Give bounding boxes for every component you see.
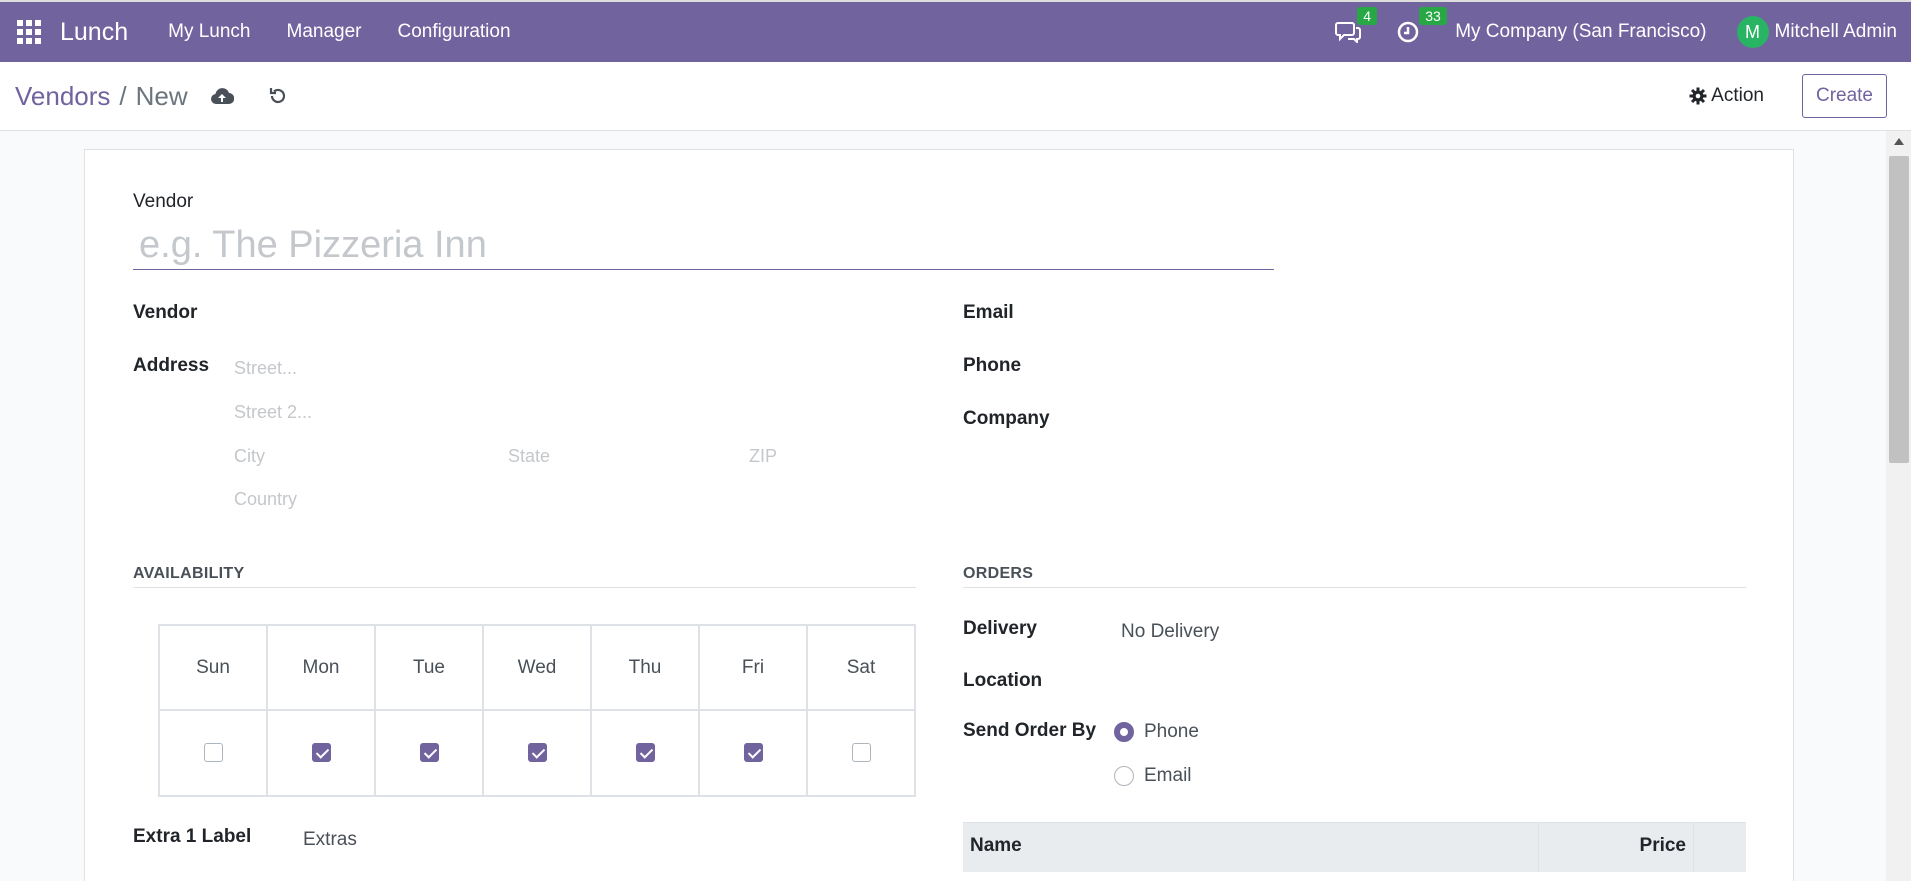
day-header-thu: Thu: [590, 624, 700, 711]
undo-icon: [269, 88, 285, 104]
vendor-label: Vendor: [133, 302, 198, 323]
scroll-up-arrow-icon[interactable]: [1894, 138, 1904, 145]
user-menu[interactable]: M Mitchell Admin: [1736, 16, 1898, 48]
radio-email-label[interactable]: Email: [1144, 765, 1192, 787]
form-sheet: Vendor e.g. The Pizzeria Inn Vendor Addr…: [84, 149, 1794, 881]
menu-manager[interactable]: Manager: [269, 21, 380, 43]
country-input[interactable]: Country: [234, 489, 297, 510]
send-order-by-label: Send Order By: [963, 720, 1097, 741]
delivery-label: Delivery: [963, 618, 1037, 639]
vendor-name-placeholder: e.g. The Pizzeria Inn: [139, 224, 487, 266]
orders-section-title: ORDERS: [963, 565, 1034, 582]
street-input[interactable]: Street...: [234, 358, 297, 379]
day-header-sat: Sat: [806, 624, 916, 711]
extra1-input[interactable]: Extras: [303, 829, 357, 851]
column-name[interactable]: Name: [963, 823, 1539, 872]
control-panel: Vendors / New Action Create: [0, 62, 1911, 131]
orders-divider: [963, 587, 1746, 588]
checkbox-sat[interactable]: [851, 743, 871, 763]
radio-phone-label[interactable]: Phone: [1144, 721, 1199, 743]
extra1-label: Extra 1 Label: [133, 826, 252, 847]
column-options[interactable]: [1694, 823, 1746, 872]
day-header-mon: Mon: [266, 624, 376, 711]
phone-label: Phone: [963, 355, 1022, 376]
day-header-sun: Sun: [158, 624, 268, 711]
action-button[interactable]: Action: [1689, 85, 1764, 107]
top-navbar: Lunch My Lunch Manager Configuration 4 3…: [0, 0, 1911, 62]
location-label: Location: [963, 670, 1043, 691]
avatar: M: [1736, 16, 1769, 48]
company-switcher[interactable]: My Company (San Francisco): [1455, 21, 1706, 43]
radio-email[interactable]: [1114, 766, 1134, 786]
email-label: Email: [963, 302, 1014, 323]
activities-count-badge: 33: [1419, 7, 1447, 25]
company-label: Company: [963, 408, 1050, 429]
messages-count-badge: 4: [1357, 7, 1377, 25]
main-menu: My Lunch Manager Configuration: [150, 21, 528, 43]
scrollbar[interactable]: [1886, 131, 1911, 881]
checkbox-wed[interactable]: [527, 743, 547, 763]
clock-icon: [1397, 21, 1419, 43]
day-header-fri: Fri: [698, 624, 808, 711]
availability-section-title: AVAILABILITY: [133, 565, 245, 582]
state-input[interactable]: State: [508, 446, 550, 467]
radio-phone[interactable]: [1114, 722, 1134, 742]
vendor-title-label: Vendor: [133, 191, 194, 212]
discard-button[interactable]: [268, 86, 288, 106]
delivery-select[interactable]: No Delivery: [1121, 621, 1219, 643]
activities-button[interactable]: 33: [1397, 7, 1447, 43]
availability-divider: [133, 587, 916, 588]
cloud-upload-icon: [210, 88, 234, 105]
checkbox-mon[interactable]: [311, 743, 331, 763]
menu-my-lunch[interactable]: My Lunch: [150, 21, 268, 43]
day-header-tue: Tue: [374, 624, 484, 711]
app-brand[interactable]: Lunch: [60, 18, 128, 47]
checkbox-sun[interactable]: [203, 743, 223, 763]
checkbox-fri[interactable]: [743, 743, 763, 763]
zip-input[interactable]: ZIP: [749, 446, 777, 467]
user-name: Mitchell Admin: [1774, 21, 1898, 42]
breadcrumb: Vendors / New: [15, 81, 188, 112]
create-button[interactable]: Create: [1801, 74, 1887, 118]
street2-input[interactable]: Street 2...: [234, 402, 312, 423]
address-label: Address: [133, 355, 210, 376]
products-table-header: Name Price: [963, 822, 1746, 872]
city-input[interactable]: City: [234, 446, 265, 467]
breadcrumb-current: New: [135, 80, 188, 111]
breadcrumb-vendors[interactable]: Vendors: [15, 81, 110, 112]
menu-configuration[interactable]: Configuration: [380, 21, 529, 43]
day-header-wed: Wed: [482, 624, 592, 711]
gear-icon: [1689, 87, 1707, 105]
availability-table: Sun Mon Tue Wed Thu Fri Sat: [158, 624, 916, 797]
action-label: Action: [1711, 85, 1764, 106]
column-price[interactable]: Price: [1539, 823, 1694, 872]
checkbox-thu[interactable]: [635, 743, 655, 763]
save-button[interactable]: [210, 87, 234, 105]
checkbox-tue[interactable]: [419, 743, 439, 763]
apps-grid-icon[interactable]: [16, 19, 42, 45]
breadcrumb-separator: /: [119, 80, 127, 111]
vendor-name-input[interactable]: e.g. The Pizzeria Inn: [133, 222, 1274, 270]
scroll-thumb[interactable]: [1889, 156, 1909, 463]
messages-button[interactable]: 4: [1335, 7, 1377, 43]
